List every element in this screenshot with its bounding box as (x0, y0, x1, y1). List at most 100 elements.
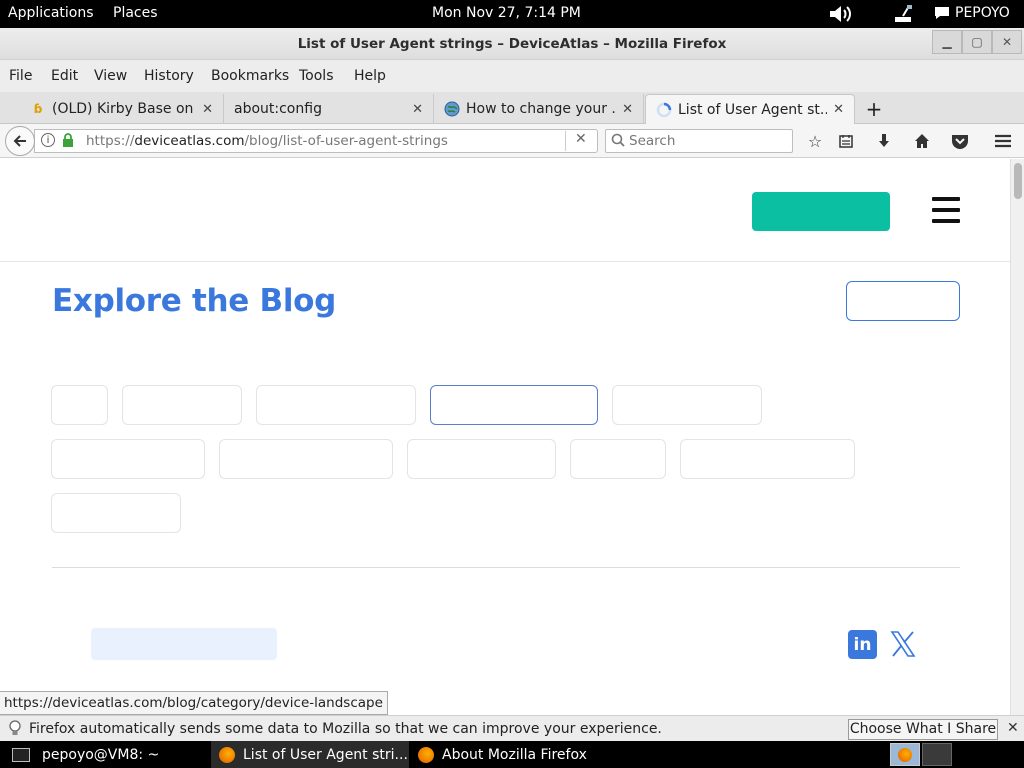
scrollbar-thumb[interactable] (1014, 163, 1022, 199)
taskbar-terminal[interactable]: pepoyo@VM8: ~ (12, 741, 210, 768)
linkedin-icon[interactable]: in (848, 630, 877, 659)
category-chip[interactable] (51, 385, 108, 425)
loading-spinner-icon (656, 102, 672, 118)
hamburger-menu-icon[interactable] (992, 131, 1014, 151)
category-chip[interactable] (51, 493, 181, 533)
window-title: List of User Agent strings – DeviceAtlas… (297, 36, 727, 52)
category-chip[interactable] (612, 385, 762, 425)
share-label-placeholder (91, 628, 277, 660)
tab-close-icon[interactable]: ✕ (833, 102, 844, 117)
category-chip[interactable] (570, 439, 666, 479)
search-placeholder: Search (629, 133, 676, 149)
menu-history[interactable]: History (144, 68, 194, 84)
tab-label: How to change your ... (466, 101, 617, 117)
menu-file[interactable]: File (9, 68, 32, 84)
outline-button[interactable] (846, 281, 960, 321)
maximize-button[interactable]: ▢ (962, 30, 992, 54)
tab-user-agent-strings[interactable]: List of User Agent st... ✕ (645, 94, 855, 124)
tab-about-config[interactable]: about:config ✕ (224, 94, 434, 124)
info-icon[interactable]: i (41, 133, 55, 147)
menu-help[interactable]: Help (354, 68, 386, 84)
tab-how-to-change[interactable]: How to change your ... ✕ (434, 94, 644, 124)
taskbar-label: About Mozilla Firefox (442, 746, 587, 763)
category-chip-device-landscape[interactable] (430, 385, 598, 425)
notification-text: Firefox automatically sends some data to… (29, 721, 662, 737)
places-menu[interactable]: Places (113, 5, 158, 21)
url-path: /blog/list-of-user-agent-strings (244, 133, 448, 149)
tab-label: (OLD) Kirby Base on ... (52, 101, 197, 117)
kirby-favicon-icon: ɓ (33, 102, 43, 116)
site-menu-icon[interactable] (932, 197, 960, 225)
tab-label: List of User Agent st... (678, 101, 828, 118)
taskbar-about-firefox[interactable]: About Mozilla Firefox (410, 741, 610, 768)
tab-label: about:config (234, 101, 322, 117)
workspace-switcher[interactable] (890, 743, 920, 766)
network-icon[interactable] (892, 3, 914, 29)
stop-icon[interactable]: ✕ (575, 131, 587, 147)
taskbar-firefox-main[interactable]: List of User Agent stri... (211, 741, 409, 768)
close-window-button[interactable]: ✕ (992, 30, 1022, 54)
back-button[interactable] (5, 126, 35, 156)
reading-list-icon[interactable] (835, 131, 857, 151)
taskbar-label: pepoyo@VM8: ~ (42, 746, 160, 763)
menu-bar: File Edit View History Bookmarks Tools H… (0, 60, 1024, 92)
url-bar[interactable]: i https://deviceatlas.com/blog/list-of-u… (34, 129, 598, 153)
lock-icon[interactable] (62, 133, 74, 151)
category-chip[interactable] (122, 385, 242, 425)
navigation-bar: i https://deviceatlas.com/blog/list-of-u… (0, 124, 1024, 158)
menu-view[interactable]: View (94, 68, 127, 84)
clock[interactable]: Mon Nov 27, 7:14 PM (432, 5, 581, 21)
search-input[interactable]: Search (605, 129, 793, 153)
header-divider (0, 261, 1010, 262)
taskbar-label: List of User Agent stri... (243, 746, 408, 763)
page-scrollbar[interactable] (1010, 159, 1024, 715)
category-chip[interactable] (256, 385, 416, 425)
firefox-icon (219, 746, 235, 763)
download-icon[interactable] (873, 131, 895, 151)
choose-what-i-share-button[interactable]: Choose What I Share (848, 719, 998, 740)
tab-bar: ɓ (OLD) Kirby Base on ... ✕ about:config… (0, 92, 1024, 124)
window-titlebar: List of User Agent strings – DeviceAtlas… (0, 28, 1024, 60)
url-divider (565, 131, 566, 151)
close-notification-icon[interactable]: ✕ (1007, 720, 1019, 736)
section-divider (52, 567, 960, 568)
search-icon (611, 133, 625, 151)
category-chip[interactable] (51, 439, 205, 479)
tab-close-icon[interactable]: ✕ (622, 102, 633, 117)
terminal-icon (12, 747, 30, 762)
category-chip[interactable] (219, 439, 393, 479)
tab-kirby-base[interactable]: ɓ (OLD) Kirby Base on ... ✕ (20, 94, 224, 124)
menu-bookmarks[interactable]: Bookmarks (211, 68, 289, 84)
tab-close-icon[interactable]: ✕ (412, 102, 423, 117)
taskbar: pepoyo@VM8: ~ List of User Agent stri...… (0, 741, 1024, 768)
globe-favicon-icon (444, 101, 460, 117)
menu-tools[interactable]: Tools (299, 68, 334, 84)
top-panel: Applications Places Mon Nov 27, 7:14 PM … (0, 0, 1024, 28)
new-tab-button[interactable]: + (860, 94, 888, 124)
link-status-url: https://deviceatlas.com/blog/category/de… (0, 691, 388, 715)
tab-close-icon[interactable]: ✕ (202, 102, 213, 117)
menu-edit[interactable]: Edit (51, 68, 78, 84)
chat-icon[interactable] (934, 5, 950, 25)
x-twitter-icon[interactable] (889, 630, 917, 658)
pocket-icon[interactable] (949, 131, 971, 151)
category-chip[interactable] (407, 439, 556, 479)
data-reporting-notification: Firefox automatically sends some data to… (0, 715, 1024, 741)
user-menu[interactable]: PEPOYO (955, 5, 1010, 21)
workspace-switcher-2[interactable] (922, 743, 952, 766)
url-text: https://deviceatlas.com/blog/list-of-use… (86, 133, 448, 149)
minimize-button[interactable]: ▁ (932, 30, 962, 54)
applications-menu[interactable]: Applications (8, 5, 94, 21)
page-viewport: Explore the Blog in (0, 159, 1010, 715)
firefox-icon (898, 747, 912, 762)
url-host: deviceatlas.com (134, 133, 245, 149)
url-scheme: https:// (86, 133, 135, 149)
cta-button[interactable] (752, 192, 890, 231)
firefox-icon (418, 746, 434, 763)
page-title: Explore the Blog (52, 283, 337, 319)
home-icon[interactable] (911, 131, 933, 151)
category-chip[interactable] (680, 439, 855, 479)
volume-icon[interactable] (828, 3, 854, 29)
lightbulb-icon (8, 720, 22, 742)
bookmark-star-icon[interactable]: ☆ (804, 131, 826, 151)
